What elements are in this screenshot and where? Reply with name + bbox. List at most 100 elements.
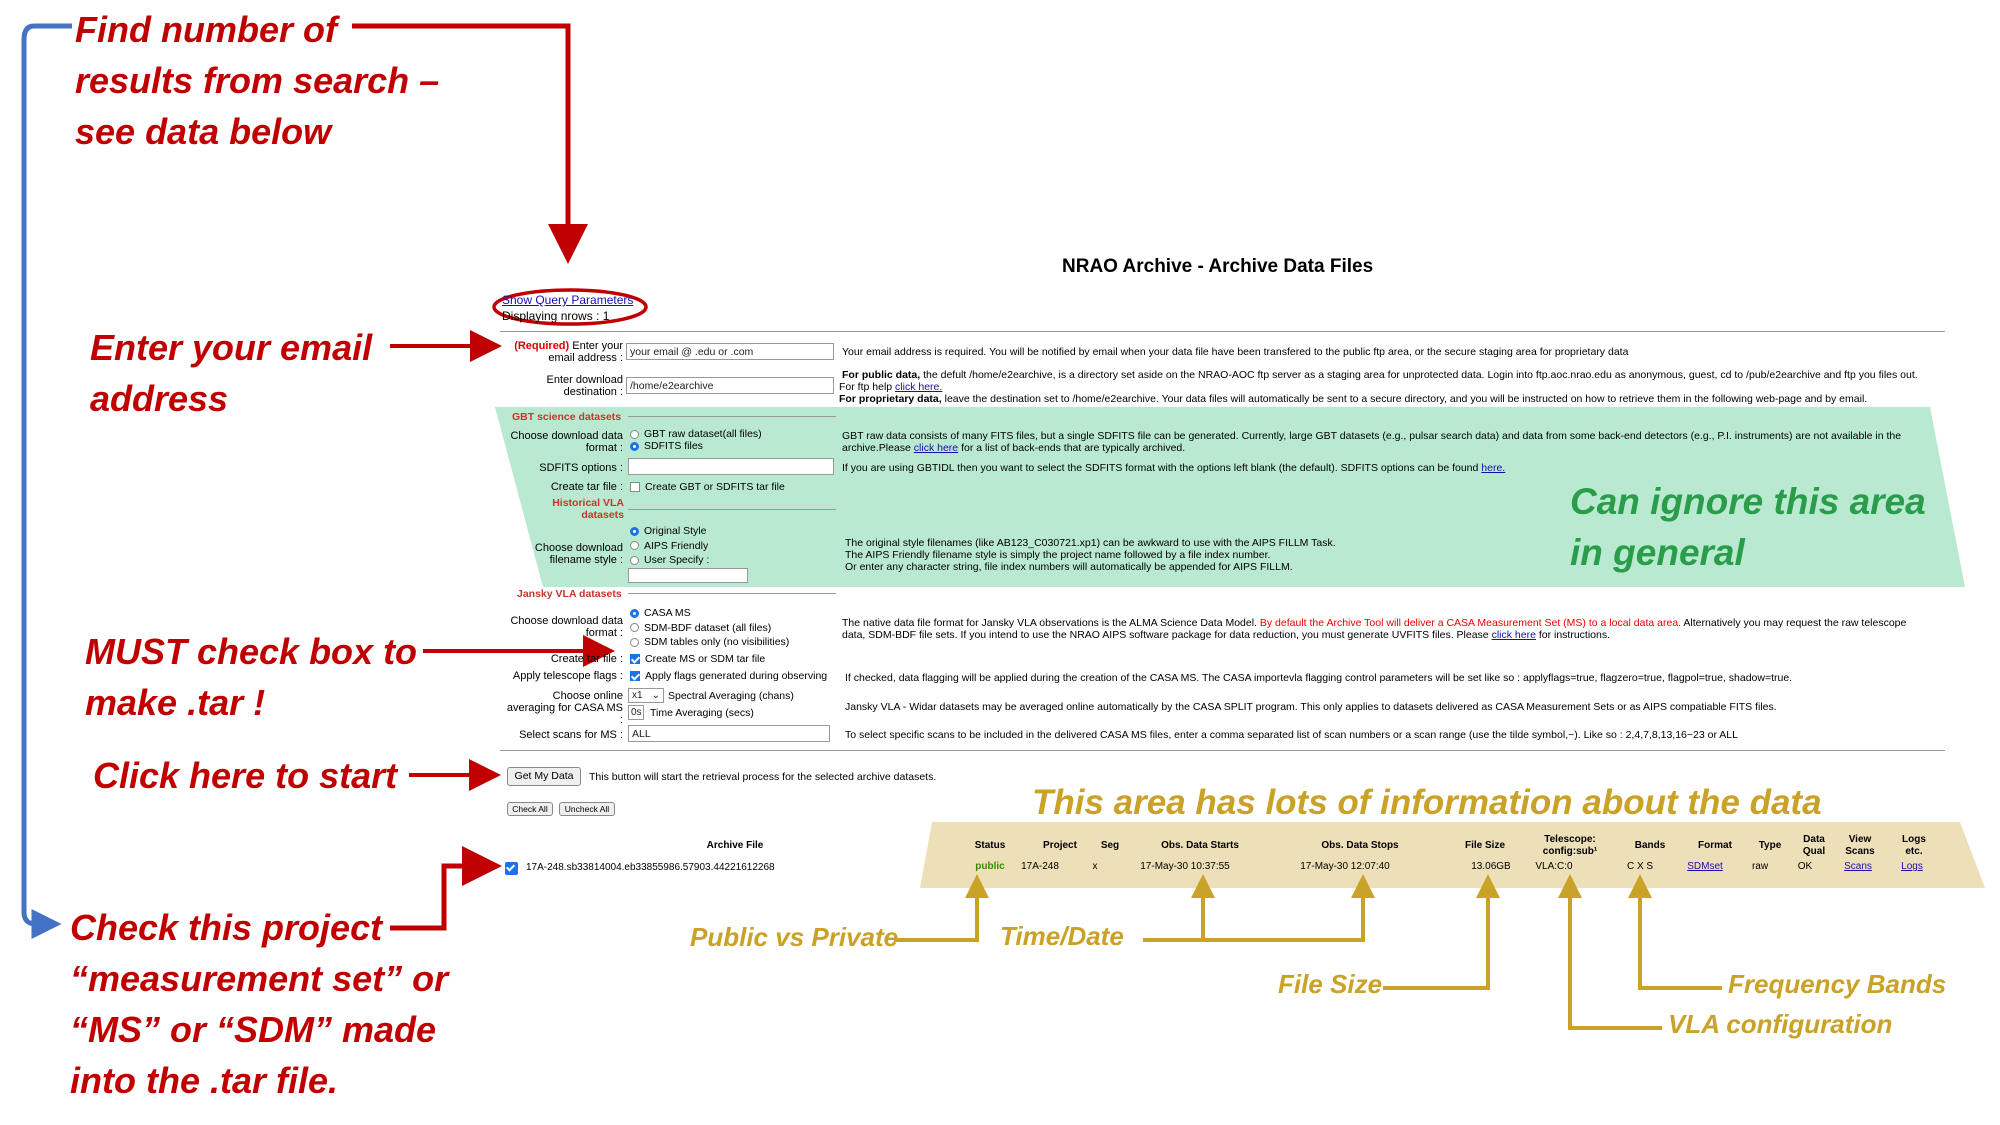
header-format: Format	[1698, 840, 1732, 851]
row-obs-stop: 17-May-30 12:07:40	[1300, 861, 1390, 872]
option-label: Create GBT or SDFITS tar file	[645, 481, 785, 493]
header-line: Logs	[1902, 834, 1926, 845]
ftp-help-link[interactable]: click here.	[895, 381, 942, 393]
time-averaging-field[interactable]: 0s	[628, 705, 644, 720]
radio-icon[interactable]	[630, 541, 639, 551]
style-option-user[interactable]: User Specify :	[630, 553, 709, 568]
show-query-parameters-link[interactable]: Show Query Parameters	[502, 293, 633, 307]
sdfits-options-field[interactable]	[628, 458, 834, 475]
select-value: x1	[632, 690, 643, 701]
checkbox-icon[interactable]	[630, 482, 640, 493]
gbt-section-header: GBT science datasets	[512, 411, 622, 423]
help-text: for a list of back-ends that are typical…	[958, 442, 1186, 454]
header-obs-start: Obs. Data Starts	[1161, 840, 1239, 851]
row-data-qual: OK	[1797, 861, 1813, 872]
radio-icon[interactable]	[630, 637, 639, 647]
user-specify-field[interactable]	[628, 568, 748, 583]
annotation-check-project: Check this project “measurement set” or …	[70, 902, 448, 1106]
row-format-link[interactable]: SDMset	[1675, 861, 1735, 873]
help-text: Alternatively you may request the raw te…	[1681, 617, 1907, 629]
help-line: For ftp help click here.	[839, 381, 1942, 393]
help-line: The AIPS Friendly filename style is simp…	[845, 549, 1271, 561]
radio-selected-icon[interactable]	[630, 526, 639, 536]
gbt-format-label: Choose download data format :	[510, 430, 623, 454]
header-telescope: Telescope: config:sub¹	[1530, 834, 1610, 858]
annotation-line: Find number of	[75, 9, 337, 50]
jansky-format-options: CASA MS SDM-BDF dataset (all files) SDM …	[630, 606, 789, 650]
checkbox-checked-icon[interactable]	[630, 654, 640, 665]
gbt-tar-option[interactable]: Create GBT or SDFITS tar file	[630, 481, 785, 493]
help-line: The original style filenames (like AB123…	[845, 537, 1336, 549]
help-text: If you are using GBTIDL then you want to…	[842, 462, 1482, 474]
get-my-data-button[interactable]: Get My Data	[507, 767, 581, 786]
annotation-line: MUST check box to	[85, 631, 418, 672]
spectral-averaging-select[interactable]: x1 ⌄	[628, 688, 664, 703]
chevron-down-icon: ⌄	[651, 690, 660, 701]
email-label: (Required) Enter your email address :	[500, 340, 623, 364]
email-field[interactable]: your email @ .edu or .com	[626, 343, 834, 360]
radio-icon[interactable]	[630, 555, 639, 565]
gbt-option-sdfits[interactable]: SDFITS files	[630, 440, 762, 452]
annotation-info-area: This area has lots of information about …	[1032, 783, 1822, 822]
option-label: SDM tables only (no visibilities)	[644, 636, 790, 648]
uncheck-all-button[interactable]: Uncheck All	[559, 802, 615, 816]
telescope-flags-help: If checked, data flagging will be applie…	[845, 672, 1793, 684]
sdfits-here-link[interactable]: here.	[1481, 462, 1505, 474]
spectral-averaging-label: Spectral Averaging (chans)	[668, 690, 794, 702]
check-all-button[interactable]: Check All	[507, 802, 553, 816]
row-file-size: 13.06GB	[1471, 861, 1511, 872]
gbt-backends-link[interactable]: click here	[914, 442, 958, 454]
annotation-file-size: File Size	[1278, 969, 1383, 999]
divider	[500, 750, 1945, 751]
option-label: Apply flags generated during observing	[645, 670, 828, 682]
header-line: Qual	[1802, 846, 1826, 857]
row-bands: C X S	[1626, 861, 1654, 872]
row-type: raw	[1751, 861, 1769, 872]
jansky-option-sdm-tables[interactable]: SDM tables only (no visibilities)	[630, 635, 789, 650]
header-type: Type	[1758, 840, 1782, 851]
option-label: CASA MS	[644, 607, 691, 619]
radio-icon[interactable]	[630, 429, 639, 439]
arrow-file-size	[1383, 874, 1500, 990]
jansky-option-casa-ms[interactable]: CASA MS	[630, 606, 789, 621]
radio-selected-icon[interactable]	[630, 441, 639, 451]
help-bold: For public data,	[842, 369, 921, 381]
option-label: Create MS or SDM tar file	[645, 653, 766, 665]
gbt-option-raw[interactable]: GBT raw dataset(all files)	[630, 428, 762, 440]
style-option-original[interactable]: Original Style	[630, 524, 709, 539]
telescope-flags-option[interactable]: Apply flags generated during observing	[630, 670, 827, 682]
row-logs-link[interactable]: Logs	[1892, 861, 1932, 873]
scans-help: To select specific scans to be included …	[845, 729, 1738, 741]
annotation-click-start: Click here to start	[93, 755, 398, 796]
aips-instructions-link[interactable]: click here	[1492, 629, 1536, 641]
scans-field[interactable]: ALL	[628, 725, 830, 742]
option-label: Original Style	[644, 525, 707, 537]
annotation-find-number: Find number of results from search – see…	[75, 4, 439, 157]
annotation-vla-config: VLA configuration	[1668, 1009, 1893, 1039]
header-data-qual: Data Qual	[1794, 834, 1834, 858]
filename-style-help: The original style filenames (like AB123…	[845, 537, 1336, 573]
jansky-tar-label: Create tar file :	[550, 653, 623, 665]
scans-label: Select scans for MS :	[519, 729, 623, 741]
radio-selected-icon[interactable]	[630, 608, 639, 618]
row-select-checkbox[interactable]	[505, 862, 518, 876]
option-label: User Specify :	[644, 554, 710, 566]
annotation-line: “measurement set” or	[70, 958, 449, 999]
filename-style-label: Choose download filename style :	[534, 542, 623, 566]
header-archive-file: Archive File	[706, 840, 764, 851]
destination-field[interactable]: /home/e2earchive	[626, 377, 834, 394]
jansky-option-sdm-bdf[interactable]: SDM-BDF dataset (all files)	[630, 621, 789, 636]
jansky-tar-option[interactable]: Create MS or SDM tar file	[630, 653, 765, 665]
row-view-scans-link[interactable]: Scans	[1836, 861, 1880, 873]
help-bold: For proprietary data,	[839, 393, 942, 405]
arrow-time-1	[1143, 874, 1215, 942]
style-option-aips[interactable]: AIPS Friendly	[630, 539, 709, 554]
checkbox-checked-icon[interactable]	[630, 671, 640, 682]
radio-icon[interactable]	[630, 623, 639, 633]
averaging-label: Choose online averaging for CASA MS :	[506, 690, 623, 726]
destination-label: Enter download destination :	[546, 374, 623, 398]
header-bands: Bands	[1634, 840, 1666, 851]
annotation-must-check: MUST check box to make .tar !	[85, 626, 417, 728]
help-line: For public data, the defult /home/e2earc…	[842, 369, 1942, 381]
arrow-time-2	[1203, 874, 1375, 942]
